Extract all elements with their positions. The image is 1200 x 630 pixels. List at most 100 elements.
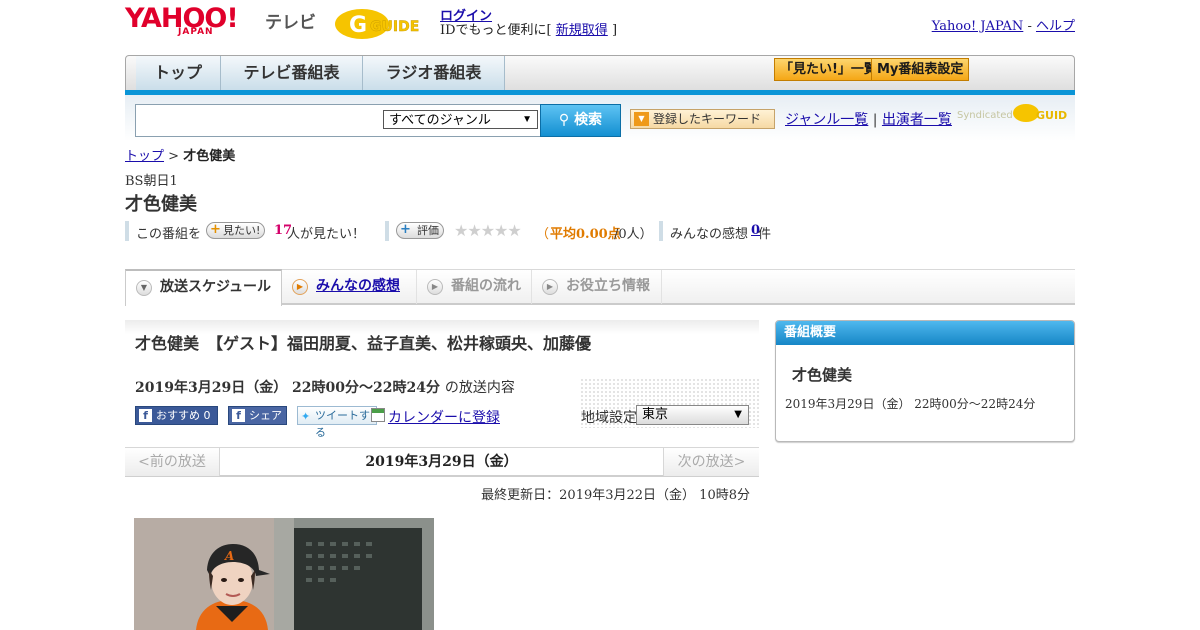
- region-select[interactable]: 東京 ▼: [636, 405, 749, 425]
- tab-impressions[interactable]: ▶ みんなの感想: [282, 270, 417, 304]
- overview-datetime: 2019年3月29日（金） 22時00分～22時24分: [785, 397, 1036, 411]
- tab-flow-label: 番組の流れ: [451, 278, 521, 294]
- genre-list-link[interactable]: ジャンル一覧: [785, 112, 868, 128]
- yahoo-japan-link[interactable]: Yahoo! JAPAN: [932, 19, 1024, 34]
- tab-schedule-label: 放送スケジュール: [160, 279, 272, 295]
- gguide-small-text: GUIDE: [1036, 109, 1068, 122]
- breadcrumb-current: 才色健美: [183, 149, 236, 164]
- registered-keyword-button[interactable]: ▼ 登録したキーワード: [630, 109, 775, 129]
- tab-schedule[interactable]: ▼ 放送スケジュール: [125, 269, 282, 306]
- tab-flow[interactable]: ▶ 番組の流れ: [417, 270, 532, 304]
- impressions-suffix: 件: [758, 227, 772, 242]
- rating-average: 平均0.00点: [550, 227, 621, 242]
- facebook-icon: f: [232, 409, 245, 422]
- want-suffix: 人が見たい！: [287, 227, 366, 242]
- rating-count: /0人）: [614, 227, 653, 242]
- pager-current-date: 2019年3月29日（金）: [365, 454, 518, 470]
- gguide-small-logo: GUIDE: [1012, 102, 1075, 124]
- search-icon: ⚲: [558, 112, 570, 128]
- twitter-bird-icon: ✦: [301, 410, 311, 423]
- rating-open: （: [536, 227, 550, 242]
- next-broadcast-link[interactable]: 次の放送>: [663, 448, 759, 476]
- want-list-button[interactable]: 「見たい!」一覧: [774, 58, 883, 81]
- genre-select[interactable]: すべてのジャンル ▼: [383, 110, 538, 129]
- gguide-logo[interactable]: G GUIDE: [334, 7, 434, 41]
- stat-divider: [125, 221, 129, 241]
- rating-stars-icon[interactable]: ★★★★★: [454, 221, 522, 240]
- region-label: 地域設定: [581, 410, 637, 426]
- yahoo-japan-logo-text: JAPAN: [178, 27, 214, 37]
- search-button[interactable]: ⚲ 検索: [540, 104, 621, 137]
- facebook-icon: f: [139, 409, 152, 422]
- svg-text:G: G: [349, 13, 367, 38]
- region-select-value: 東京: [642, 407, 669, 422]
- nav-tab-tv-listings[interactable]: テレビ番組表: [221, 56, 363, 91]
- calendar-register: カレンダーに登録: [371, 407, 500, 427]
- rate-button[interactable]: + 評価: [396, 222, 444, 239]
- signup-link[interactable]: 新規取得: [556, 23, 608, 38]
- facebook-recommend-button[interactable]: f おすすめ 0: [135, 406, 218, 425]
- genre-select-value: すべてのジャンル: [389, 112, 491, 127]
- facebook-share-button[interactable]: f シェア: [228, 406, 287, 425]
- broadcast-pager: <前の放送 2019年3月29日（金） 次の放送>: [125, 447, 759, 477]
- breadcrumb-separator: >: [164, 149, 184, 164]
- plus-icon: +: [210, 222, 221, 237]
- help-link[interactable]: ヘルプ: [1036, 19, 1075, 34]
- chevron-right-icon: ▶: [542, 279, 558, 295]
- breadcrumb-top-link[interactable]: トップ: [125, 149, 164, 164]
- list-links: ジャンル一覧 | 出演者一覧: [785, 109, 952, 129]
- chevron-right-icon: ▶: [427, 279, 443, 295]
- rate-button-label: 評価: [417, 224, 439, 237]
- want-to-watch-label: 見たい!: [223, 224, 261, 237]
- header-link-separator: -: [1023, 19, 1036, 34]
- global-nav: トップ テレビ番組表 ラジオ番組表 「見たい!」一覧 My番組表設定: [125, 55, 1075, 91]
- login-sub-prefix: IDでもっと便利に[: [440, 23, 552, 38]
- program-stats: この番組を + 見たい! 17 人が見たい！ + 評価 ★★★★★ （ 平均0.…: [125, 221, 825, 242]
- gguide-logo-text: GUIDE: [370, 19, 419, 35]
- header-links: Yahoo! JAPAN - ヘルプ: [932, 15, 1075, 34]
- search-button-label: 検索: [574, 112, 603, 128]
- login-sub: IDでもっと便利に[ 新規取得 ]: [440, 19, 617, 38]
- program-photo: A: [134, 518, 434, 630]
- service-name[interactable]: テレビ: [265, 8, 316, 33]
- stat-divider: [385, 221, 389, 241]
- want-prefix: この番組を: [136, 227, 202, 242]
- channel-name: BS朝日1: [125, 174, 178, 189]
- broadcast-datetime: 2019年3月29日（金） 22時00分～22時24分 の放送内容: [135, 377, 515, 397]
- my-listings-button[interactable]: My番組表設定: [871, 58, 970, 81]
- facebook-recommend-label: おすすめ 0: [156, 409, 211, 422]
- tweet-button[interactable]: ✦ ツイートする: [297, 406, 377, 439]
- dropdown-arrow-icon: ▼: [522, 114, 532, 125]
- triangle-down-icon: ▼: [634, 112, 649, 126]
- tweet-label: ツイートする: [315, 409, 370, 439]
- tab-useful-info[interactable]: ▶ お役立ち情報: [532, 270, 662, 304]
- link-divider: |: [872, 112, 878, 128]
- syndicated-label: Syndicated: [957, 110, 1013, 121]
- chevron-right-icon: ▶: [292, 279, 308, 295]
- svg-text:A: A: [224, 549, 234, 563]
- facebook-share-label: シェア: [249, 409, 282, 422]
- broadcast-datetime-suffix: の放送内容: [444, 380, 515, 396]
- plus-icon: +: [400, 222, 411, 237]
- tab-useful-info-label: お役立ち情報: [566, 278, 650, 294]
- calendar-icon: [371, 408, 385, 422]
- performer-list-link[interactable]: 出演者一覧: [882, 112, 952, 128]
- last-updated: 最終更新日：2019年3月22日（金） 10時8分: [481, 488, 750, 503]
- registered-keyword-label: 登録したキーワード: [653, 112, 762, 126]
- prev-broadcast-link[interactable]: <前の放送: [125, 448, 220, 476]
- overview-title: 才色健美: [792, 366, 853, 384]
- stat-divider: [659, 221, 663, 241]
- page-title: 才色健美: [125, 194, 197, 215]
- dropdown-arrow-icon: ▼: [734, 409, 742, 420]
- nav-tab-radio-listings[interactable]: ラジオ番組表: [363, 56, 505, 91]
- tab-impressions-label: みんなの感想: [316, 278, 400, 294]
- want-to-watch-button[interactable]: + 見たい!: [206, 222, 266, 239]
- broadcast-title: 才色健美 【ゲスト】福田朋夏、益子直美、松井稼頭央、加藤優: [135, 334, 592, 353]
- login-sub-suffix: ]: [611, 23, 618, 38]
- impressions-prefix: みんなの感想: [670, 227, 749, 242]
- overview-heading: 番組概要: [776, 321, 1074, 345]
- program-tabs: ▼ 放送スケジュール ▶ みんなの感想 ▶ 番組の流れ ▶ お役立ち情報: [125, 269, 1075, 306]
- nav-tab-top[interactable]: トップ: [136, 56, 221, 91]
- calendar-register-link[interactable]: カレンダーに登録: [388, 410, 500, 426]
- broadcast-header-shade: [125, 320, 759, 334]
